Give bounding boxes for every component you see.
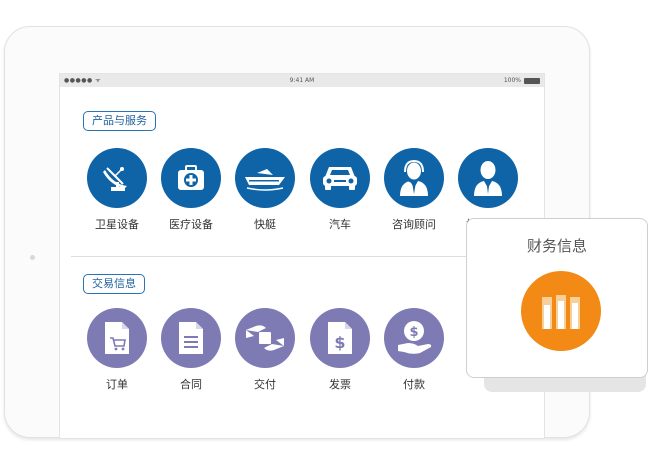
product-label: 汽车 xyxy=(329,218,351,231)
technician-circle xyxy=(458,148,518,208)
technician-icon xyxy=(474,161,502,196)
battery-icon xyxy=(524,77,540,84)
delivery-circle xyxy=(235,308,295,368)
order-cart-document-icon xyxy=(105,322,129,354)
bar-chart-icon xyxy=(542,295,580,329)
medical-circle xyxy=(161,148,221,208)
trade-item-invoice[interactable]: $ 发票 xyxy=(305,308,375,392)
product-label: 咨询顾问 xyxy=(392,218,436,231)
trade-item-contract[interactable]: 合同 xyxy=(156,308,226,392)
product-label: 医疗设备 xyxy=(169,218,213,231)
finance-card[interactable]: 财务信息 xyxy=(466,218,648,378)
speedboat-icon xyxy=(245,169,285,191)
product-item-consultant[interactable]: 咨询顾问 xyxy=(379,148,449,232)
tablet-camera-dot xyxy=(30,255,35,260)
order-circle xyxy=(87,308,147,368)
product-item-satellite[interactable]: 卫星设备 xyxy=(82,148,152,232)
speedboat-circle xyxy=(235,148,295,208)
invoice-dollar-icon: $ xyxy=(328,322,352,354)
consultant-circle xyxy=(384,148,444,208)
contract-circle xyxy=(161,308,221,368)
car-circle xyxy=(310,148,370,208)
svg-text:$: $ xyxy=(409,325,418,340)
product-item-speedboat[interactable]: 快艇 xyxy=(230,148,300,232)
satellite-dish-icon xyxy=(103,167,127,191)
car-icon xyxy=(323,167,357,190)
delivery-handover-icon xyxy=(246,325,284,351)
finance-card-title: 财务信息 xyxy=(526,237,587,255)
consultant-headset-icon xyxy=(400,159,428,196)
trade-label: 付款 xyxy=(403,378,425,391)
trade-label: 订单 xyxy=(106,378,128,391)
product-item-medical[interactable]: 医疗设备 xyxy=(156,148,226,232)
invoice-circle: $ xyxy=(310,308,370,368)
trade-item-order[interactable]: 订单 xyxy=(82,308,152,392)
product-item-car[interactable]: 汽车 xyxy=(305,148,375,232)
battery-indicator: 100% xyxy=(504,74,540,87)
trade-item-delivery[interactable]: 交付 xyxy=(230,308,300,392)
section-divider xyxy=(71,256,533,257)
svg-text:$: $ xyxy=(334,333,345,352)
medical-kit-icon xyxy=(178,165,204,190)
payment-circle: $ xyxy=(384,308,444,368)
payment-hand-coin-icon: $ xyxy=(398,321,432,354)
product-label: 快艇 xyxy=(254,218,276,231)
contract-document-icon xyxy=(179,322,203,354)
product-label: 卫星设备 xyxy=(95,218,139,231)
trade-label: 交付 xyxy=(254,378,276,391)
section-tag-trade: 交易信息 xyxy=(83,274,145,294)
status-bar: ●●●●● ᯤ 9:41 AM 100% xyxy=(60,74,544,87)
battery-percent: 100% xyxy=(503,77,521,84)
trade-label: 发票 xyxy=(329,378,351,391)
finance-icon-circle[interactable] xyxy=(521,271,601,351)
status-time: 9:41 AM xyxy=(289,77,315,84)
satellite-circle xyxy=(87,148,147,208)
trade-label: 合同 xyxy=(180,378,202,391)
trade-item-payment[interactable]: $ 付款 xyxy=(379,308,449,392)
section-tag-products: 产品与服务 xyxy=(83,111,156,131)
